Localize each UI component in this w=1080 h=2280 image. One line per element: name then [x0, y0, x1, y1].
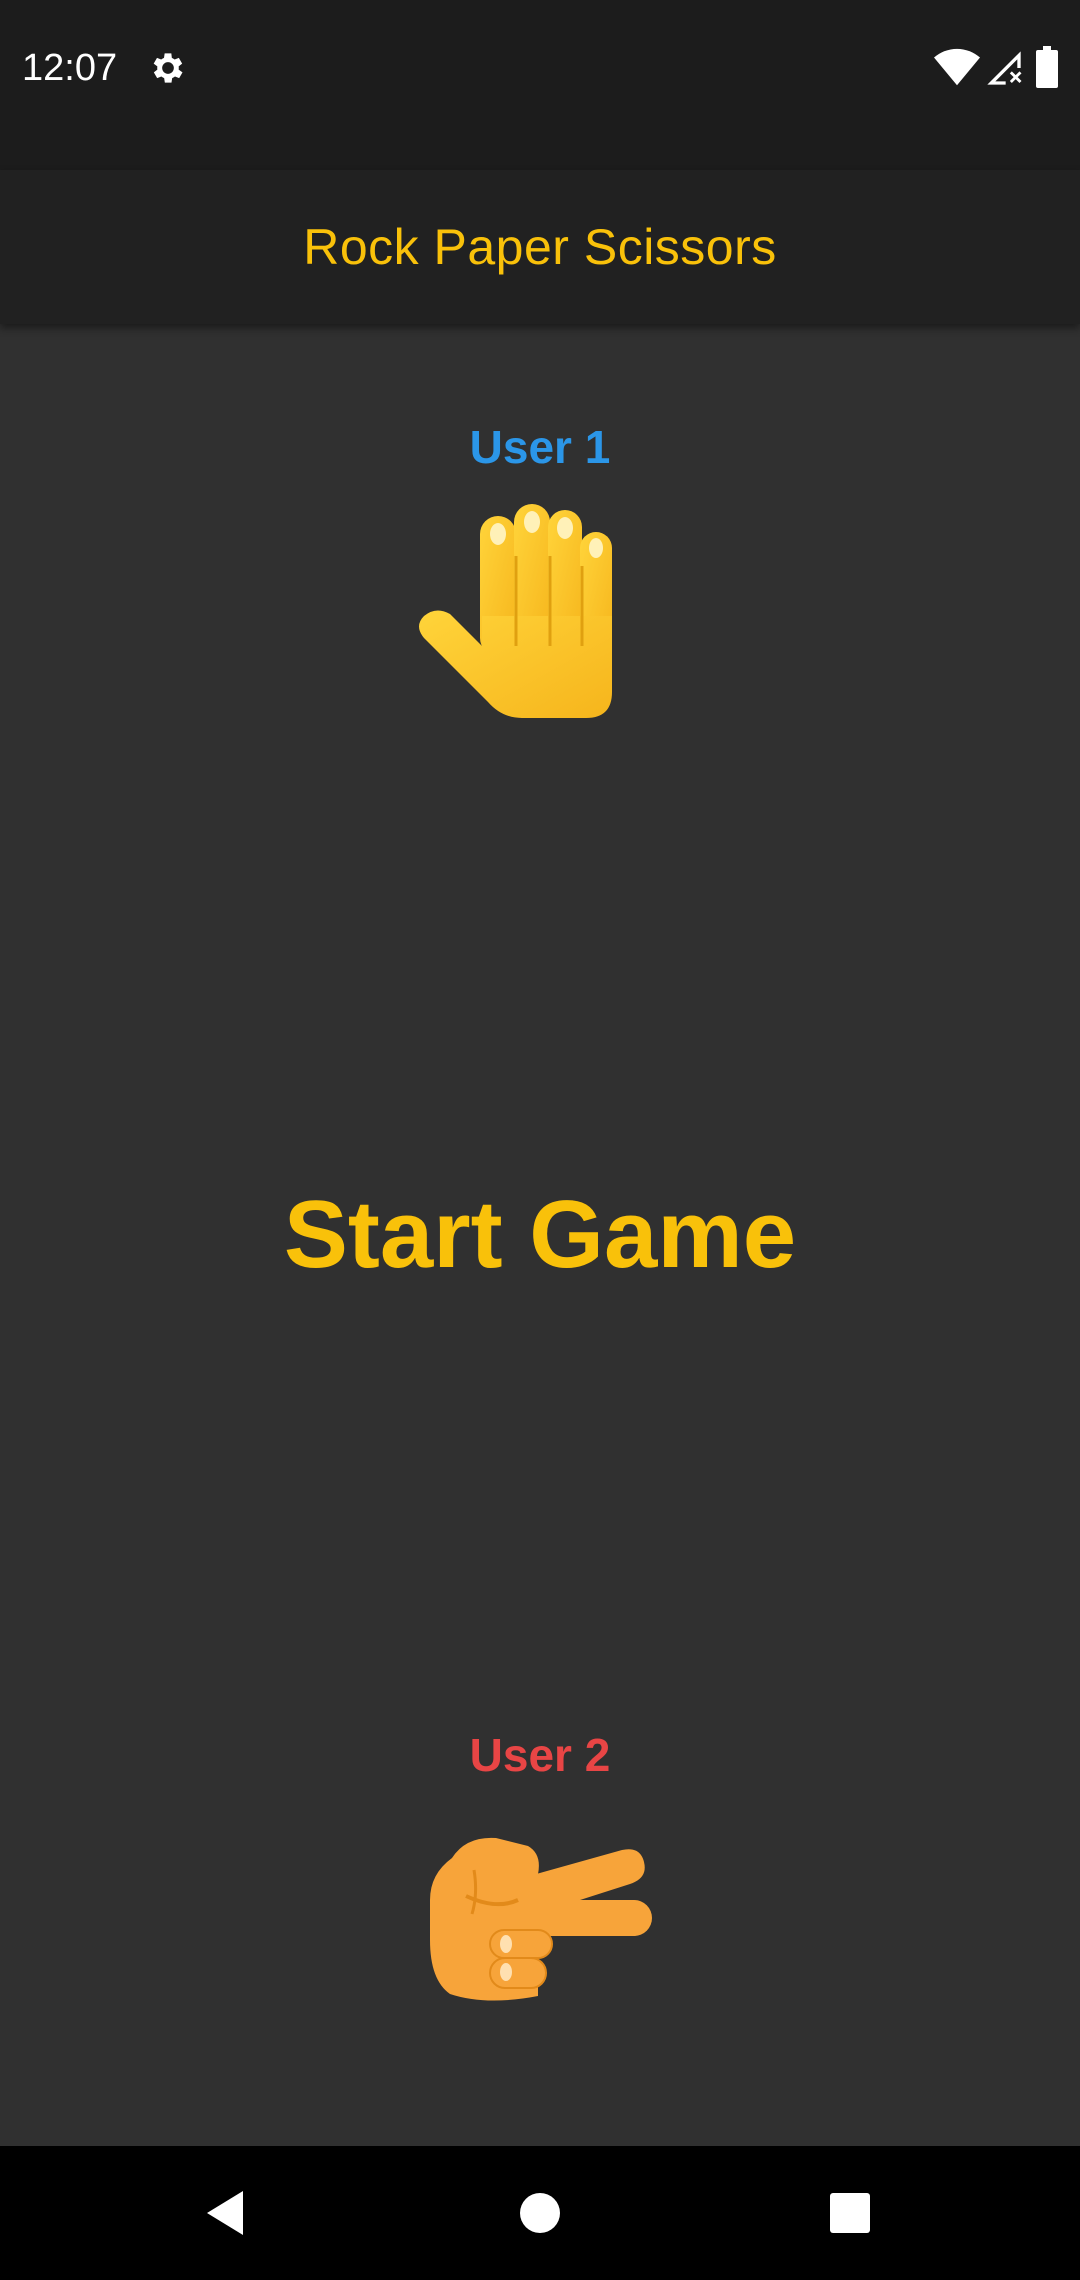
back-button[interactable]	[188, 2176, 262, 2250]
battery-icon	[1036, 46, 1058, 88]
gear-icon	[153, 53, 183, 83]
status-time: 12:07	[22, 47, 118, 89]
start-game-button[interactable]: Start Game	[240, 1170, 840, 1300]
wifi-icon	[934, 48, 980, 86]
home-button[interactable]	[503, 2176, 577, 2250]
recents-button[interactable]	[813, 2176, 887, 2250]
status-bar: 12:07	[0, 0, 1080, 170]
home-icon	[520, 2193, 560, 2233]
app-bar: Rock Paper Scissors	[0, 170, 1080, 324]
back-icon	[207, 2191, 243, 2235]
signal-icon	[987, 51, 1022, 85]
scissors-hand-icon	[430, 1837, 652, 2001]
raised-hand-icon	[419, 504, 612, 718]
user1-label: User 1	[469, 421, 611, 473]
app-title: Rock Paper Scissors	[303, 219, 777, 275]
recents-icon	[830, 2193, 870, 2233]
navigation-bar	[0, 2146, 1080, 2280]
user2-label: User 2	[469, 1729, 611, 1781]
